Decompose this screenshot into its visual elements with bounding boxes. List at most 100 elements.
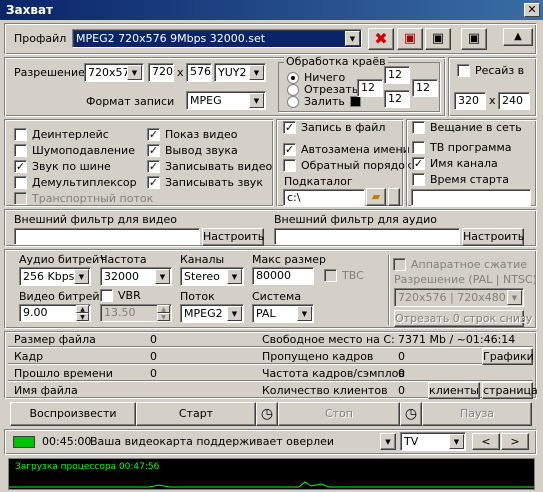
start-button[interactable]: Старт	[136, 402, 256, 426]
channel-name-check[interactable]: ✓	[412, 157, 425, 170]
radio-none[interactable]	[287, 71, 299, 84]
audio-bitrate-select[interactable]: 256 Kbps ▼	[19, 267, 91, 286]
subdir-extra-button[interactable]	[388, 188, 400, 206]
clock-icon: ◷	[260, 406, 274, 422]
resolution-select[interactable]: 720x576 ▼	[84, 63, 144, 82]
start-timer-button[interactable]: ◷	[256, 402, 278, 426]
width-input[interactable]: 720	[148, 63, 174, 82]
resize-check[interactable]	[457, 64, 470, 77]
save-profile-button[interactable]: ▣	[461, 28, 487, 50]
radio-crop[interactable]	[287, 83, 299, 96]
edge-top-input[interactable]: 12	[384, 66, 410, 84]
option-denoise-label: Шумоподавление	[32, 143, 135, 157]
close-button[interactable]: ✕	[524, 3, 540, 17]
audio-out-check[interactable]: ✓	[147, 143, 160, 157]
option-bus-audio[interactable]: ✓ Звук по шине	[14, 158, 153, 174]
cpu-trace	[9, 481, 534, 488]
delete-profile-button[interactable]: ✖	[368, 28, 394, 50]
audio-filter-settings-button[interactable]: Настроить	[462, 228, 524, 246]
start-time[interactable]: Время старта	[412, 173, 509, 186]
video-filter-input[interactable]	[14, 228, 200, 245]
channels-select[interactable]: Stereo ▼	[180, 267, 244, 286]
height-input[interactable]: 576	[186, 63, 212, 82]
option-record-video[interactable]: ✓ Записывать видео	[147, 158, 272, 174]
vbr-check[interactable]	[100, 289, 113, 302]
title-bar: Захват	[0, 0, 543, 20]
denoise-check[interactable]	[14, 143, 27, 157]
vbr[interactable]: VBR	[100, 289, 141, 302]
browse-folder-button[interactable]: ▰	[366, 188, 386, 206]
chevron-down-icon: ▼	[74, 269, 89, 284]
video-filter-settings-button[interactable]: Настроить	[202, 228, 264, 246]
option-demux[interactable]: Демультиплексор	[14, 174, 153, 190]
reverse-order-check[interactable]	[283, 159, 296, 172]
start-time-input[interactable]	[411, 189, 531, 206]
auto-rename-check[interactable]: ✓	[283, 143, 296, 156]
status-dropdown-button[interactable]: ▼	[380, 433, 396, 450]
spin-down-icon[interactable]: ▼	[76, 313, 89, 321]
graphs-button[interactable]: Графики	[482, 348, 534, 365]
start-time-check[interactable]	[412, 173, 425, 186]
profile-tool-2-button[interactable]: ▣	[425, 28, 451, 50]
record-to-file[interactable]: ✓ Запись в файл	[283, 121, 385, 134]
hw-divider	[388, 255, 389, 325]
edge-option-fill[interactable]: Залить	[287, 95, 361, 108]
free-space-value: 7371 Mb / ~01:46:14	[398, 333, 516, 346]
reverse-order-label: Обратный порядок	[301, 159, 412, 172]
fill-color-swatch[interactable]	[349, 96, 361, 107]
tv-program[interactable]: ТВ программа	[412, 141, 512, 154]
record-video-check[interactable]: ✓	[147, 159, 160, 173]
system-select[interactable]: PAL ▼	[252, 304, 314, 323]
record-to-file-check[interactable]: ✓	[283, 121, 296, 134]
option-record-audio[interactable]: ✓ Записывать звук	[147, 174, 272, 190]
broadcast[interactable]: Вещание в сеть	[412, 121, 522, 134]
status-time: 00:45:00	[42, 435, 92, 448]
play-button[interactable]: Воспроизвести	[10, 402, 136, 426]
stop-button: Стоп	[278, 402, 400, 426]
option-deinterlace[interactable]: Деинтерлейс	[14, 126, 153, 142]
audio-filter-input[interactable]	[274, 228, 460, 245]
page-button[interactable]: страница	[482, 382, 538, 399]
deinterlace-check[interactable]	[14, 127, 27, 141]
channel-name[interactable]: ✓ Имя канала	[412, 157, 498, 170]
option-show-video[interactable]: ✓ Показ видео	[147, 126, 272, 142]
radio-fill[interactable]	[287, 95, 299, 108]
reverse-order[interactable]: Обратный порядок	[283, 159, 412, 172]
edge-left-input[interactable]: 12	[357, 79, 383, 97]
tv-select[interactable]: TV ▼	[400, 432, 466, 451]
next-button[interactable]: >	[501, 433, 529, 450]
floppy-grey-icon: ▣	[431, 31, 445, 46]
stream-select[interactable]: MPEG2 ▼	[180, 304, 244, 323]
spin-up-icon[interactable]: ▲	[76, 305, 89, 313]
record-audio-check[interactable]: ✓	[147, 175, 160, 189]
resize-checkbox[interactable]: Ресайз в	[457, 64, 524, 77]
auto-rename[interactable]: ✓ Автозамена имени	[283, 143, 410, 156]
colorspace-select[interactable]: YUY2 ▼	[214, 63, 266, 82]
bus-audio-check[interactable]: ✓	[14, 159, 27, 173]
broadcast-check[interactable]	[412, 121, 425, 134]
demux-check[interactable]	[14, 175, 27, 189]
show-video-check[interactable]: ✓	[147, 127, 160, 141]
video-bitrate-input[interactable]: 9.00 ▲ ▼	[19, 304, 91, 322]
option-transport-stream-label: Транспортный поток	[32, 191, 154, 205]
option-denoise[interactable]: Шумоподавление	[14, 142, 153, 158]
tv-program-check[interactable]	[412, 141, 425, 154]
resize-height-input[interactable]: 240	[498, 92, 530, 110]
collapse-button[interactable]: ▲	[503, 28, 533, 46]
profile-select[interactable]: MPEG2 720x576 9Mbps 32000.set ▼	[72, 29, 362, 48]
option-audio-out[interactable]: ✓ Вывод звука	[147, 142, 272, 158]
resize-width-input[interactable]: 320	[454, 92, 486, 110]
system-label: Система	[252, 290, 302, 303]
stop-timer-button[interactable]: ◷	[400, 402, 422, 426]
record-format-select[interactable]: MPEG ▼	[186, 91, 266, 110]
subdir-input[interactable]: c:\	[283, 189, 365, 206]
frequency-select[interactable]: 32000 ▼	[100, 267, 172, 286]
edge-bottom-input[interactable]: 12	[384, 90, 410, 108]
edge-right-input[interactable]: 12	[412, 79, 438, 97]
chevron-up-icon: ▲	[514, 31, 522, 42]
prev-button[interactable]: <	[472, 433, 500, 450]
max-size-input[interactable]: 80000	[252, 267, 314, 285]
profile-tool-1-button[interactable]: ▣	[397, 28, 423, 50]
hw-compression-label: Аппаратное сжатие	[411, 258, 527, 271]
clients-button[interactable]: клиенты	[428, 382, 480, 399]
